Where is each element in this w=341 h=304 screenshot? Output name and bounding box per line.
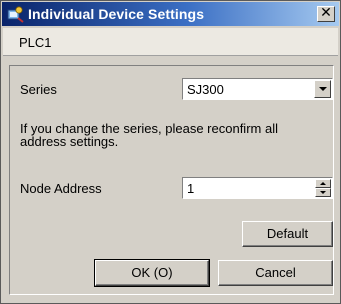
default-button[interactable]: Default <box>242 221 333 247</box>
device-name: PLC1 <box>19 35 52 50</box>
series-value: SJ300 <box>187 82 224 97</box>
spin-down-icon[interactable] <box>315 188 331 197</box>
node-address-input[interactable]: 1 <box>187 181 194 196</box>
chevron-down-icon[interactable] <box>314 80 331 98</box>
device-header: PLC1 <box>3 28 338 56</box>
series-change-warning: If you change the series, please reconfi… <box>20 121 278 149</box>
node-address-stepper[interactable]: 1 <box>182 177 333 199</box>
close-icon[interactable]: ✕ <box>317 6 335 22</box>
series-select[interactable]: SJ300 <box>182 78 333 100</box>
individual-device-settings-dialog: Individual Device Settings ✕ PLC1 Series… <box>0 0 341 304</box>
node-address-label: Node Address <box>20 181 102 196</box>
device-settings-icon <box>7 6 24 23</box>
window-title: Individual Device Settings <box>28 6 205 22</box>
ok-button[interactable]: OK (O) <box>94 259 210 287</box>
title-bar[interactable]: Individual Device Settings ✕ <box>2 2 339 26</box>
spin-up-icon[interactable] <box>315 179 331 188</box>
cancel-button[interactable]: Cancel <box>218 260 333 286</box>
series-label: Series <box>20 82 57 97</box>
